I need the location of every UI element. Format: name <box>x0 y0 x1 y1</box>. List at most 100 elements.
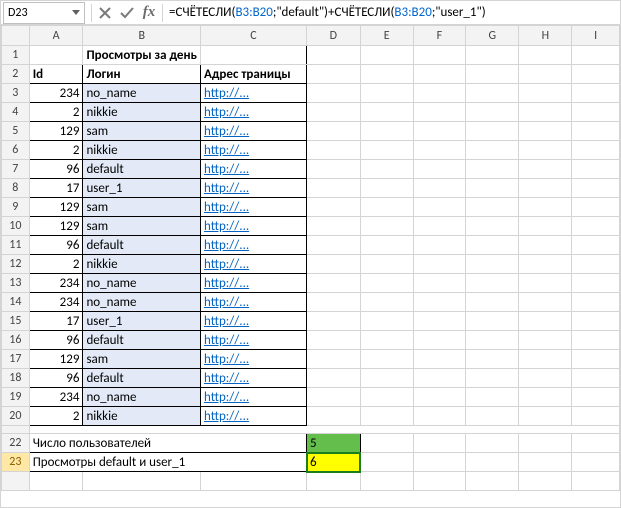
cell[interactable] <box>307 103 361 122</box>
cell[interactable] <box>29 46 83 65</box>
cell-login[interactable]: no_name <box>83 293 201 312</box>
cell[interactable] <box>466 472 519 491</box>
cell[interactable] <box>413 407 466 426</box>
formula-input[interactable]: =СЧЁТЕСЛИ(B3:B20;"default")+СЧЁТЕСЛИ(B3:… <box>165 5 618 20</box>
cell[interactable] <box>572 160 620 179</box>
cell[interactable] <box>360 472 413 491</box>
cell-login[interactable]: user_1 <box>83 179 201 198</box>
cell-id[interactable]: 2 <box>29 407 83 426</box>
title[interactable]: Просмотры за день <box>83 46 201 65</box>
cell[interactable] <box>519 331 572 350</box>
cell[interactable] <box>307 472 361 491</box>
cell[interactable] <box>307 46 361 65</box>
cell[interactable] <box>413 350 466 369</box>
cell[interactable] <box>360 179 413 198</box>
chevron-down-icon[interactable] <box>72 10 80 15</box>
cell[interactable] <box>466 160 519 179</box>
col-header-I[interactable]: I <box>572 26 620 46</box>
row-header[interactable]: 4 <box>2 103 30 122</box>
cell-url[interactable]: http://... <box>200 141 306 160</box>
cell[interactable] <box>572 255 620 274</box>
row-header[interactable]: 22 <box>2 434 30 453</box>
cell[interactable] <box>572 122 620 141</box>
cell[interactable] <box>519 312 572 331</box>
cell-id[interactable]: 234 <box>29 274 83 293</box>
row-header[interactable]: 17 <box>2 350 30 369</box>
cell[interactable] <box>519 103 572 122</box>
row-header[interactable]: 20 <box>2 407 30 426</box>
cell[interactable] <box>200 46 306 65</box>
cell[interactable] <box>572 141 620 160</box>
cell-login[interactable]: nikkie <box>83 103 201 122</box>
cell[interactable] <box>466 217 519 236</box>
cell-url[interactable]: http://... <box>200 255 306 274</box>
users-label[interactable]: Число пользователей <box>29 434 306 453</box>
cell[interactable] <box>519 369 572 388</box>
cell[interactable] <box>307 293 361 312</box>
cancel-icon[interactable] <box>94 3 116 23</box>
cell-id[interactable]: 234 <box>29 388 83 407</box>
cell[interactable] <box>466 434 519 453</box>
col-header-A[interactable]: A <box>29 26 83 46</box>
cell[interactable] <box>307 255 361 274</box>
cell[interactable] <box>413 388 466 407</box>
cell[interactable] <box>519 65 572 84</box>
cell[interactable] <box>572 453 620 472</box>
cell[interactable] <box>466 293 519 312</box>
cell[interactable] <box>519 84 572 103</box>
cell-id[interactable]: 17 <box>29 179 83 198</box>
fx-icon[interactable]: fx <box>138 3 160 23</box>
cell-url[interactable]: http://... <box>200 331 306 350</box>
cell[interactable] <box>466 350 519 369</box>
cell[interactable] <box>200 472 306 491</box>
cell[interactable] <box>360 198 413 217</box>
cell[interactable] <box>572 331 620 350</box>
cell[interactable] <box>360 407 413 426</box>
cell[interactable] <box>360 46 413 65</box>
cell-url[interactable]: http://... <box>200 179 306 198</box>
cell-login[interactable]: no_name <box>83 84 201 103</box>
cell-url[interactable]: http://... <box>200 369 306 388</box>
cell-id[interactable]: 96 <box>29 369 83 388</box>
cell[interactable] <box>466 388 519 407</box>
cell-id[interactable]: 129 <box>29 217 83 236</box>
cell-id[interactable]: 96 <box>29 236 83 255</box>
cell-login[interactable]: sam <box>83 122 201 141</box>
cell-id[interactable]: 2 <box>29 103 83 122</box>
cell[interactable] <box>307 350 361 369</box>
cell[interactable] <box>572 46 620 65</box>
cell[interactable] <box>360 217 413 236</box>
cell[interactable] <box>307 141 361 160</box>
cell[interactable] <box>360 388 413 407</box>
cell[interactable] <box>519 255 572 274</box>
row-header[interactable]: 16 <box>2 331 30 350</box>
cell[interactable] <box>360 160 413 179</box>
row-header[interactable]: 6 <box>2 141 30 160</box>
cell[interactable] <box>360 312 413 331</box>
cell-url[interactable]: http://... <box>200 122 306 141</box>
header-login[interactable]: Логин <box>83 65 201 84</box>
header-addr[interactable]: Адрес траницы <box>200 65 306 84</box>
cell-id[interactable]: 96 <box>29 331 83 350</box>
row-header[interactable] <box>2 472 30 491</box>
cell-url[interactable]: http://... <box>200 274 306 293</box>
cell[interactable] <box>413 453 466 472</box>
name-box[interactable]: D23 <box>3 2 85 24</box>
cell[interactable] <box>307 122 361 141</box>
cell[interactable] <box>572 84 620 103</box>
cell[interactable] <box>466 198 519 217</box>
cell[interactable] <box>360 453 413 472</box>
cell[interactable] <box>572 217 620 236</box>
cell[interactable] <box>572 236 620 255</box>
cell[interactable] <box>307 274 361 293</box>
cell[interactable] <box>572 388 620 407</box>
cell[interactable] <box>466 274 519 293</box>
cell[interactable] <box>413 312 466 331</box>
cell[interactable] <box>413 255 466 274</box>
cell[interactable] <box>466 141 519 160</box>
cell-login[interactable]: default <box>83 369 201 388</box>
cell[interactable] <box>466 255 519 274</box>
cell[interactable] <box>360 236 413 255</box>
cell[interactable] <box>466 453 519 472</box>
cell-login[interactable]: default <box>83 160 201 179</box>
